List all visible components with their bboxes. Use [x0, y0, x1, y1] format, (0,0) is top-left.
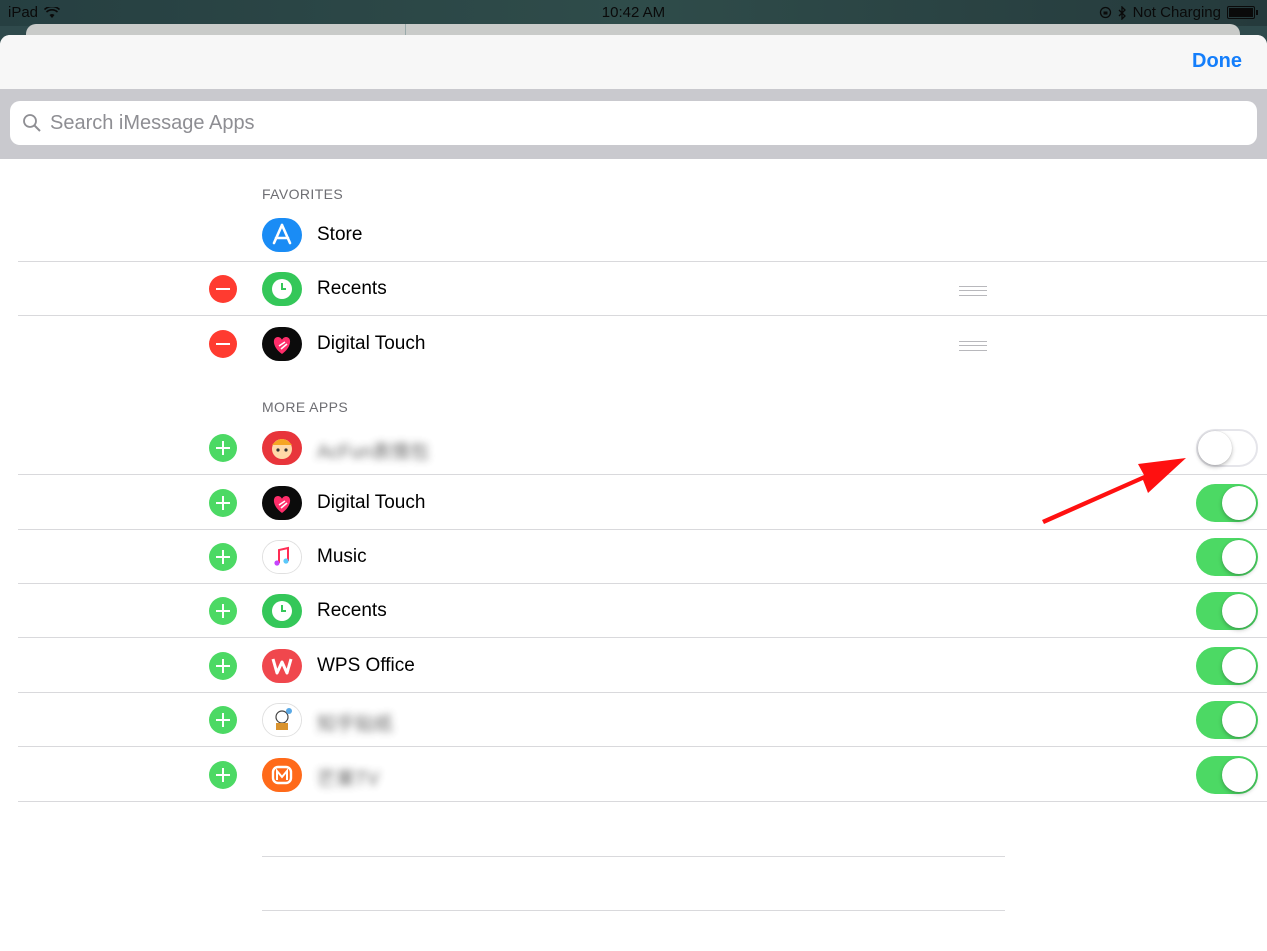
favorites-row-recents[interactable]: Recents	[0, 262, 1267, 316]
search-field[interactable]	[10, 101, 1257, 145]
app-store-icon	[262, 218, 302, 252]
search-icon	[23, 114, 41, 132]
battery-status-text: Not Charging	[1132, 4, 1221, 21]
app-label: Digital Touch	[317, 333, 426, 354]
wps-office-icon	[262, 649, 302, 683]
app-label: Music	[317, 546, 367, 567]
add-button[interactable]	[209, 434, 237, 462]
digital-touch-heart-icon	[262, 327, 302, 361]
status-time: 10:42 AM	[601, 4, 666, 21]
more-apps-row-music[interactable]: Music	[0, 530, 1267, 584]
annotation-arrow-icon	[1042, 458, 1186, 524]
more-apps-row-recents[interactable]: Recents	[0, 584, 1267, 638]
app-label: WPS Office	[317, 655, 415, 676]
app-label: AcFun表情包	[317, 442, 429, 463]
enable-toggle[interactable]	[1196, 647, 1258, 685]
more-apps-row-mango-tv[interactable]: 芒果TV	[0, 748, 1267, 802]
enable-toggle[interactable]	[1196, 538, 1258, 576]
add-button[interactable]	[209, 652, 237, 680]
enable-toggle[interactable]	[1196, 592, 1258, 630]
add-button[interactable]	[209, 761, 237, 789]
add-button[interactable]	[209, 543, 237, 571]
nav-bar: Done	[0, 35, 1267, 89]
reorder-handle[interactable]	[959, 286, 987, 296]
battery-icon	[1227, 6, 1258, 19]
more-apps-header: MORE APPS	[262, 399, 349, 415]
app-label: Recents	[317, 278, 387, 299]
app-label: Digital Touch	[317, 492, 426, 513]
enable-toggle[interactable]	[1196, 701, 1258, 739]
favorites-row-store[interactable]: Store	[0, 208, 1267, 262]
divider	[262, 856, 1005, 857]
acfun-app-icon	[262, 431, 302, 465]
more-apps-row-wps-office[interactable]: WPS Office	[0, 639, 1267, 693]
rotation-lock-icon	[1099, 6, 1111, 19]
remove-button[interactable]	[209, 275, 237, 303]
mango-tv-icon	[262, 758, 302, 792]
recents-clock-icon	[262, 594, 302, 628]
add-button[interactable]	[209, 597, 237, 625]
status-right: Not Charging	[1099, 4, 1258, 21]
status-bar: iPad 10:42 AM Not Charging	[0, 0, 1267, 26]
music-note-icon	[262, 540, 302, 574]
divider	[262, 910, 1005, 911]
search-bar	[0, 89, 1267, 159]
digital-touch-heart-icon	[262, 486, 302, 520]
enable-toggle[interactable]	[1196, 484, 1258, 522]
bluetooth-icon	[1118, 5, 1126, 20]
cartoon-sticker-icon	[262, 703, 302, 737]
app-label: Recents	[317, 600, 387, 621]
done-button[interactable]: Done	[1192, 50, 1242, 73]
reorder-handle[interactable]	[959, 341, 987, 351]
app-label: 芒果TV	[317, 769, 380, 790]
favorites-header: FAVORITES	[262, 186, 344, 202]
app-label: Store	[317, 224, 363, 245]
search-input[interactable]	[48, 110, 1232, 136]
more-apps-row-sticker[interactable]: 知乎贴纸	[0, 693, 1267, 747]
remove-button[interactable]	[209, 330, 237, 358]
enable-toggle[interactable]	[1196, 429, 1258, 467]
recents-clock-icon	[262, 272, 302, 306]
app-label: 知乎贴纸	[317, 714, 394, 735]
add-button[interactable]	[209, 706, 237, 734]
add-button[interactable]	[209, 489, 237, 517]
favorites-row-digital-touch[interactable]: Digital Touch	[0, 317, 1267, 371]
enable-toggle[interactable]	[1196, 756, 1258, 794]
